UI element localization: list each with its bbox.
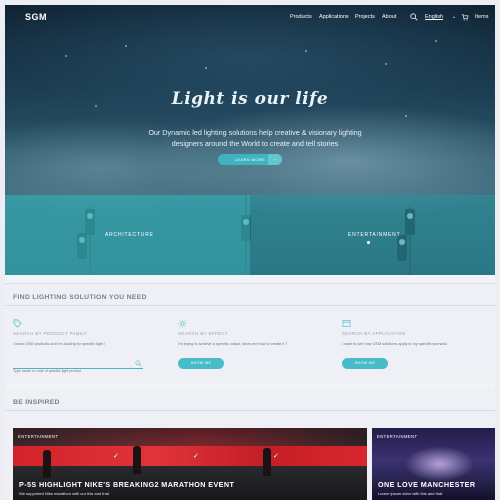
active-indicator-dot — [367, 241, 370, 244]
category-architecture-label[interactable]: ARCHITECTURE — [105, 232, 154, 238]
nike-banner-image: ✓ ✓ ✓ ✓ — [13, 446, 367, 466]
category-entertainment-label[interactable]: ENTERTAINMENT — [348, 232, 400, 238]
window-icon — [342, 320, 351, 327]
divider — [5, 283, 495, 284]
nike-swoosh: ✓ — [273, 453, 279, 460]
light-dot — [385, 63, 387, 65]
nav-link-about[interactable]: About — [382, 14, 396, 20]
show-me-application-button[interactable]: SHOW ME — [342, 358, 388, 369]
inspired-section-title: BE INSPIRED — [13, 399, 60, 406]
nav-link-products[interactable]: Products — [290, 14, 312, 20]
runner-figure — [133, 446, 141, 474]
product-family-text: I know GSM products and I'm looking for … — [13, 342, 106, 346]
page: SGM Products Applications Projects About… — [5, 5, 495, 500]
find-section-title: FIND LIGHTING SOLUTION YOU NEED — [13, 294, 147, 301]
learn-more-label: LEARN MORE — [234, 157, 266, 162]
language-selector[interactable]: English — [425, 14, 443, 20]
light-dot — [405, 115, 407, 117]
card-title: ONE LOVE MANCHESTER — [378, 480, 476, 489]
application-text: I want to see how GSM solutions apply to… — [342, 342, 447, 346]
light-dot — [125, 45, 127, 47]
product-search-input[interactable] — [13, 366, 131, 376]
product-search-field — [13, 359, 143, 376]
divider — [5, 305, 495, 306]
nav-link-projects[interactable]: Projects — [355, 14, 375, 20]
product-family-title: SEARCH BY PRODUCT FAMILY — [13, 331, 88, 336]
cart-icon[interactable] — [461, 13, 469, 21]
hero-title: Light is our life — [171, 89, 329, 109]
nike-swoosh: ✓ — [113, 453, 119, 460]
effect-title: SEARCH BY EFFECT — [178, 331, 228, 336]
card-description: We supported Nike marathon with our this… — [19, 491, 109, 496]
light-dot — [305, 50, 307, 52]
runner-figure — [43, 450, 51, 478]
card-category-tag: ENTERTAINMENT — [377, 434, 418, 439]
chevron-down-icon[interactable]: ⌄ — [452, 14, 456, 20]
top-nav: SGM Products Applications Projects About… — [5, 5, 495, 29]
card-description: Lorem ipsum dolor with this and that — [378, 491, 443, 496]
sun-icon — [178, 319, 187, 328]
card-category-tag: ENTERTAINMENT — [18, 434, 59, 439]
nike-swoosh: ✓ — [193, 453, 199, 460]
light-dot — [65, 55, 67, 57]
application-title: SEARCH BY APPLICATION — [342, 331, 406, 336]
light-dot — [205, 67, 207, 69]
cart-items-label[interactable]: Items — [475, 14, 488, 20]
hero-subtitle: Our Dynamic led lighting solutions help … — [148, 128, 362, 148]
light-dot — [435, 40, 437, 42]
find-lighting-section: FIND LIGHTING SOLUTION YOU NEED SEARCH B… — [5, 283, 495, 383]
divider — [5, 410, 495, 411]
learn-more-button[interactable]: LEARN MORE → — [218, 154, 282, 165]
hero-section: SGM Products Applications Projects About… — [5, 5, 495, 275]
arrow-right-icon: → — [268, 154, 282, 165]
tag-icon — [13, 319, 22, 328]
effect-text: I'm trying to achieve a specific output,… — [178, 342, 288, 346]
show-me-effect-button[interactable]: SHOW ME — [178, 358, 224, 369]
inspiration-card-nike[interactable]: ✓ ✓ ✓ ✓ ENTERTAINMENT P-5S HIGHLIGHT NIK… — [13, 428, 367, 500]
runner-figure — [263, 448, 271, 476]
nav-link-applications[interactable]: Applications — [319, 14, 349, 20]
search-icon[interactable] — [410, 13, 418, 21]
inspiration-card-manchester[interactable]: ENTERTAINMENT ONE LOVE MANCHESTER Lorem … — [372, 428, 495, 500]
logo[interactable]: SGM — [25, 12, 47, 22]
card-title: P-5S HIGHLIGHT NIKE'S BREAKING2 MARATHON… — [19, 480, 235, 489]
search-icon[interactable] — [135, 360, 142, 367]
be-inspired-section: BE INSPIRED ✓ ✓ ✓ ✓ ENTERTAINMENT P-5S H… — [5, 388, 495, 500]
